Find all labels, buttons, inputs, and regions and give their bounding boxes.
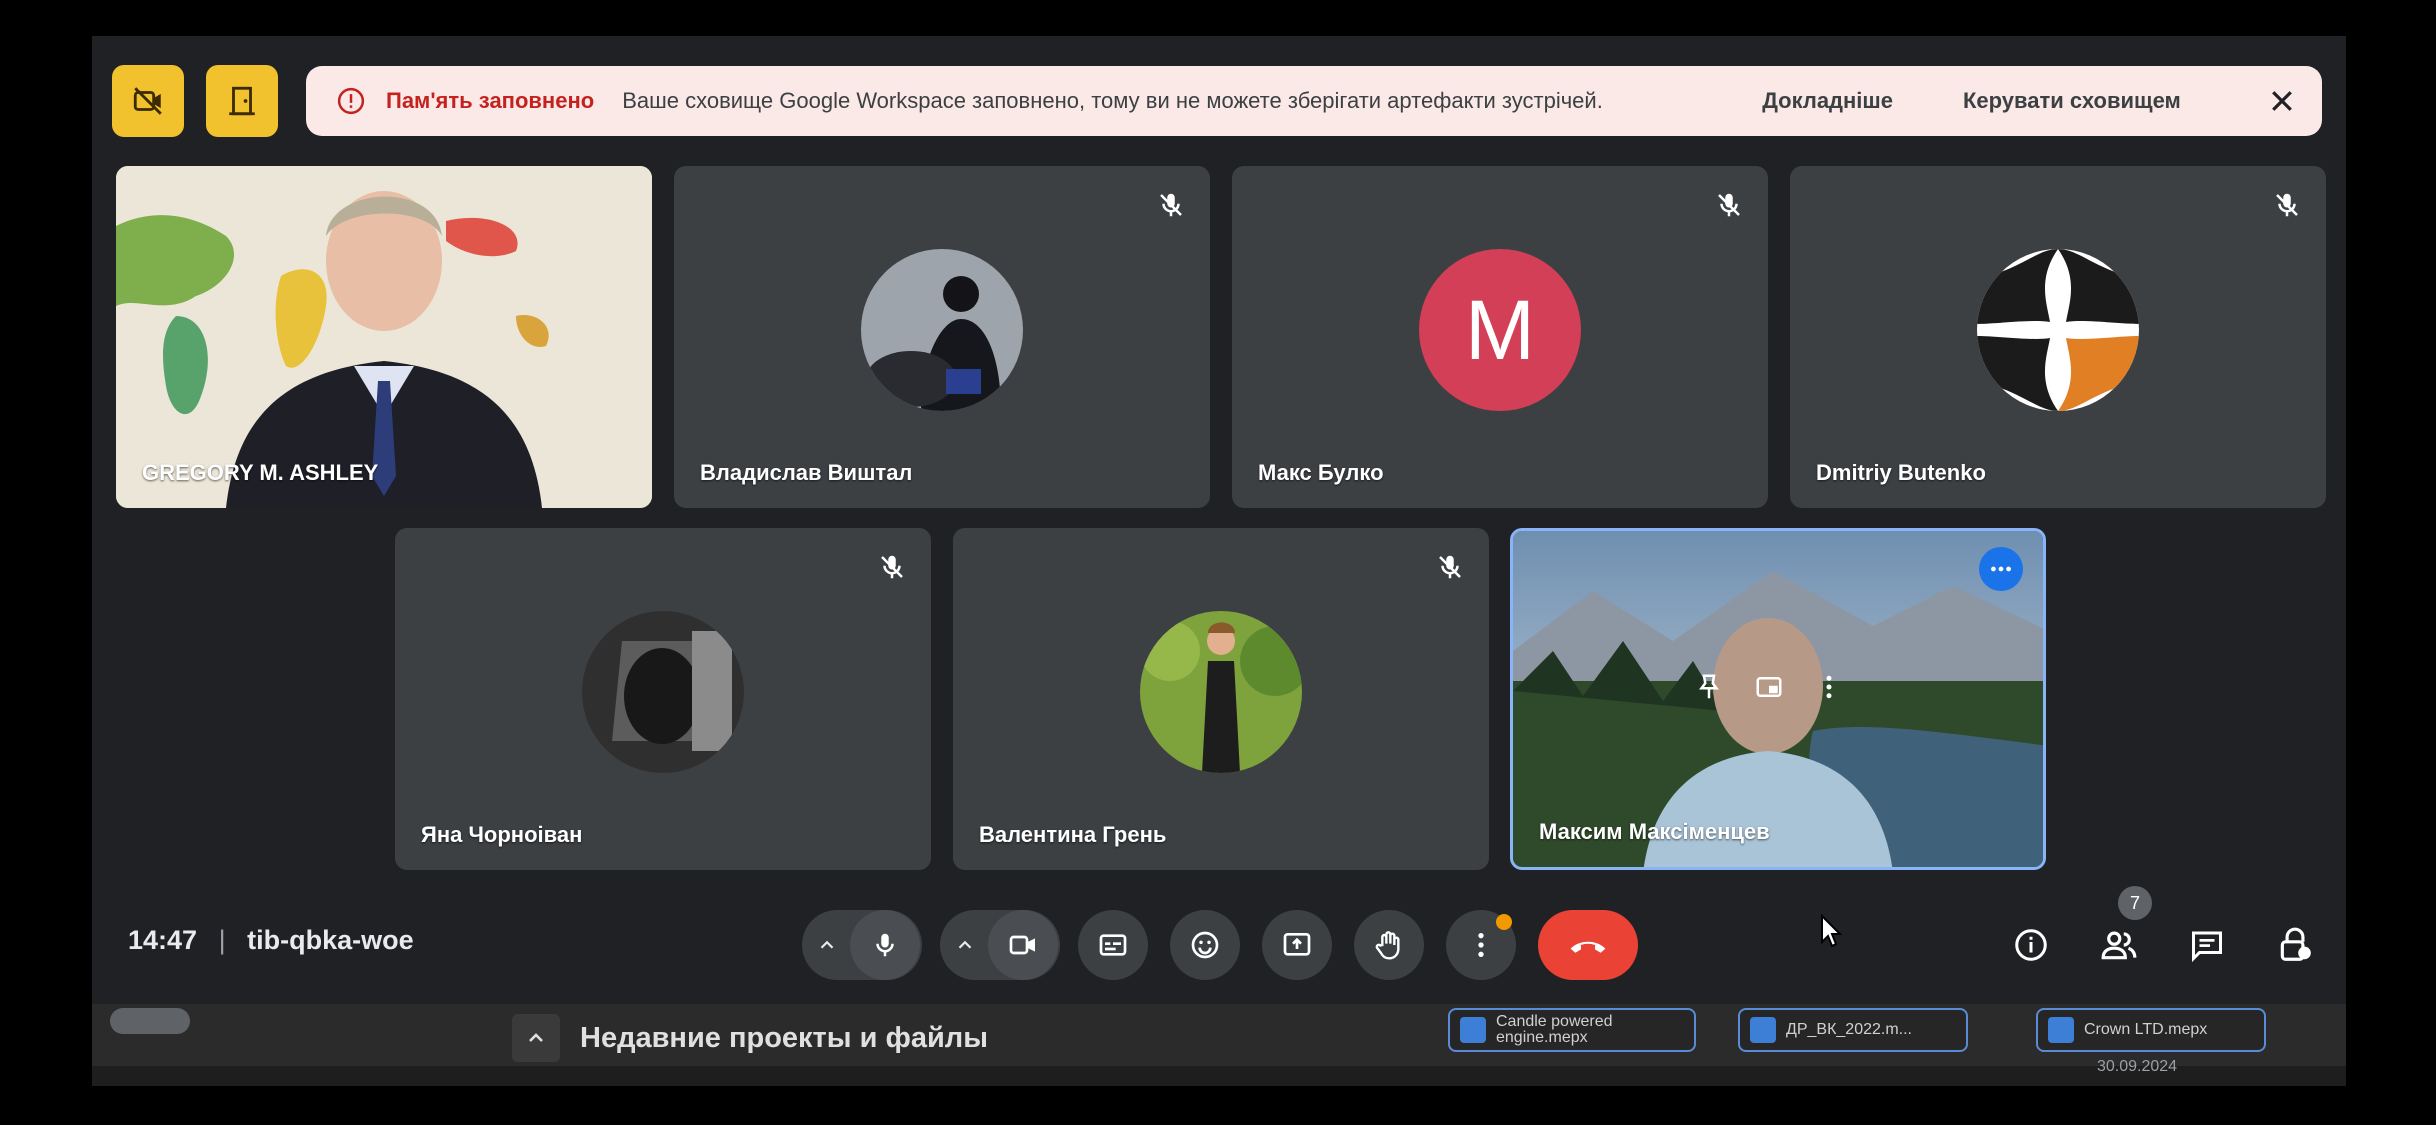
manage-storage-link[interactable]: Керувати сховищем: [1963, 88, 2181, 114]
more-options-button[interactable]: [1979, 547, 2023, 591]
pin-icon: [1699, 674, 1719, 699]
file-name: Crown LTD.mepx: [2084, 1021, 2208, 1038]
video-camera-icon: [1009, 935, 1035, 955]
participant-name: Яна Чорноіван: [421, 822, 583, 847]
chevron-up-icon: [820, 940, 834, 949]
captions-button[interactable]: [1078, 910, 1148, 980]
mic-options-button[interactable]: [804, 910, 850, 980]
camera-button[interactable]: [988, 910, 1058, 980]
details-link[interactable]: Докладніше: [1762, 88, 1893, 114]
chat-button[interactable]: [2180, 918, 2234, 972]
background-app-strip: Недавние проекты и файлы Candle powered …: [92, 1004, 2346, 1086]
hang-up-icon: [1570, 941, 1606, 953]
recent-file[interactable]: Candle powered engine.mepx: [1448, 1008, 1696, 1052]
mouse-cursor-icon: [1821, 914, 1843, 948]
closed-captions-icon: [1099, 934, 1127, 956]
mic-off-icon: [1156, 190, 1186, 220]
chevron-up-icon: [512, 1014, 560, 1062]
more-vertical-icon: [1478, 933, 1484, 957]
participant-name: Владислав Виштал: [700, 460, 913, 485]
frame-button[interactable]: [1749, 667, 1789, 707]
participant-tile[interactable]: M Макс Булко: [1232, 166, 1768, 508]
reactions-button[interactable]: [1170, 910, 1240, 980]
participant-tile[interactable]: GREGORY M. ASHLEY: [116, 166, 652, 508]
taskbar-date: 30.09.2024: [2097, 1058, 2178, 1075]
participant-name: Макс Булко: [1258, 460, 1384, 485]
info-icon: [2015, 929, 2047, 961]
participant-name: Dmitriy Butenko: [1816, 460, 1986, 485]
recent-projects-label: Недавние проекты и файлы: [580, 1021, 988, 1054]
recent-projects-header[interactable]: Недавние проекты и файлы: [512, 1014, 988, 1062]
meet-window: Пам'ять заповнено Ваше сховище Google Wo…: [92, 36, 2346, 1086]
participant-tile[interactable]: Dmitriy Butenko: [1790, 166, 2326, 508]
emoji-icon: [1191, 931, 1219, 959]
people-icon: [2101, 931, 2137, 960]
video-off-icon: [133, 87, 162, 115]
lock-person-icon: [2280, 927, 2311, 961]
host-controls-button[interactable]: [2268, 918, 2322, 972]
chat-icon: [2192, 931, 2222, 963]
mic-control: [802, 910, 922, 980]
participant-name: Валентина Грень: [979, 822, 1167, 847]
people-count-badge: 7: [2118, 886, 2152, 920]
warning-icon: [336, 86, 366, 116]
close-icon: [2272, 91, 2292, 111]
storage-warning-banner: Пам'ять заповнено Ваше сховище Google Wo…: [306, 66, 2322, 136]
avatar: [1977, 249, 2139, 411]
participant-name: Максим Максіменцев: [1539, 819, 1770, 844]
file-name: ДР_ВК_2022.m...: [1786, 1021, 1912, 1038]
mic-icon: [876, 933, 894, 957]
participant-video: [116, 166, 652, 508]
raise-hand-button[interactable]: [1354, 910, 1424, 980]
os-taskbar: [92, 1066, 2346, 1086]
camera-control: [940, 910, 1060, 980]
meeting-details-button[interactable]: [2004, 918, 2058, 972]
banner-title: Пам'ять заповнено: [386, 88, 595, 113]
mic-off-icon: [877, 552, 907, 582]
meeting-code: tib-qbka-woe: [247, 925, 414, 955]
pin-button[interactable]: [1689, 667, 1729, 707]
divider: |: [218, 925, 226, 955]
banner-message: Ваше сховище Google Workspace заповнено,…: [622, 88, 1603, 113]
notification-dot: [1496, 914, 1512, 930]
more-horizontal-icon: [1991, 566, 2011, 572]
more-options-menu-button[interactable]: [1446, 910, 1516, 980]
people-button[interactable]: [2092, 918, 2146, 972]
companion-mode-button[interactable]: [206, 65, 278, 137]
end-call-button[interactable]: [1538, 910, 1638, 980]
meeting-time: 14:47: [128, 925, 198, 955]
file-icon: [1750, 1017, 1776, 1043]
mic-off-icon: [1435, 552, 1465, 582]
door-icon: [229, 86, 255, 116]
recording-off-button[interactable]: [112, 65, 184, 137]
more-vertical-icon: [1826, 675, 1832, 699]
participant-tile[interactable]: Яна Чорноіван: [395, 528, 931, 870]
avatar: [582, 611, 744, 773]
picture-in-picture-icon: [1756, 677, 1782, 697]
close-banner-button[interactable]: [2262, 81, 2302, 121]
recent-file[interactable]: ДР_ВК_2022.m...: [1738, 1008, 1968, 1052]
avatar: [861, 249, 1023, 411]
participant-tile[interactable]: Владислав Виштал: [674, 166, 1210, 508]
meeting-info: 14:47 | tib-qbka-woe: [128, 925, 414, 956]
file-name: Candle powered engine.mepx: [1496, 1013, 1613, 1046]
mic-button[interactable]: [850, 910, 920, 980]
present-icon: [1283, 933, 1311, 956]
chevron-up-icon: [958, 940, 972, 949]
participant-name: GREGORY M. ASHLEY: [142, 460, 379, 485]
participant-tile[interactable]: Валентина Грень: [953, 528, 1489, 870]
file-icon: [1460, 1017, 1486, 1043]
file-icon: [2048, 1017, 2074, 1043]
toggle-switch[interactable]: [110, 1008, 190, 1034]
mic-off-icon: [1714, 190, 1744, 220]
self-view-tile[interactable]: Максим Максіменцев: [1510, 528, 2046, 870]
camera-options-button[interactable]: [942, 910, 988, 980]
present-screen-button[interactable]: [1262, 910, 1332, 980]
recent-file[interactable]: Crown LTD.mepx: [2036, 1008, 2266, 1052]
avatar: [1140, 611, 1302, 773]
mic-off-icon: [2272, 190, 2302, 220]
tile-more-button[interactable]: [1809, 667, 1849, 707]
avatar-letter: M: [1419, 249, 1581, 411]
hand-icon: [1375, 931, 1400, 960]
